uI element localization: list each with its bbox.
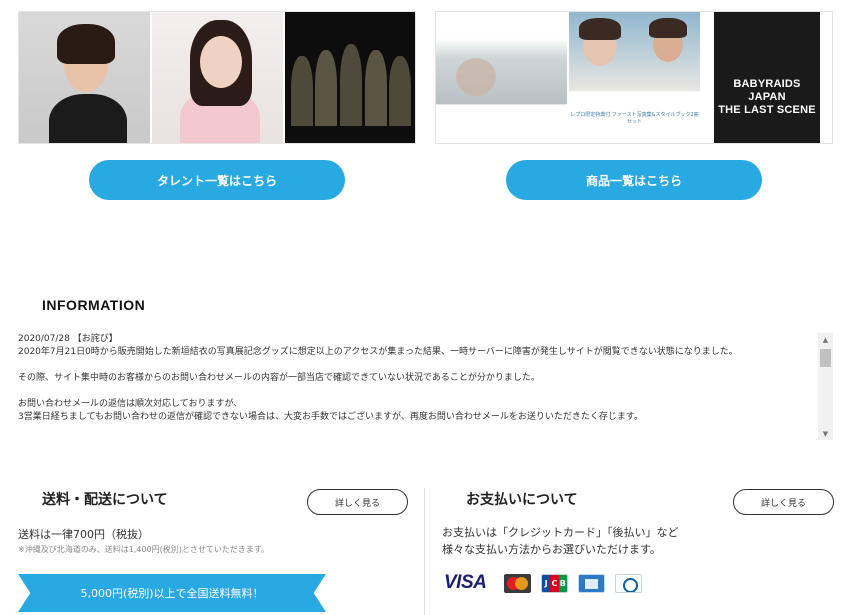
goods-2-caption: レプロ限定特典付 ファースト写真集&スタイルブック2冊セット: [569, 109, 700, 143]
info-line: 2020/07/28 【お詫び】: [18, 334, 118, 344]
info-line: 3営業日経ちましてもお問い合わせの返信が確認できない場合は、大変お手数ではござい…: [18, 412, 643, 422]
photobook-model-2-hair: [649, 18, 687, 38]
info-line: その際、サイト集中時のお客様からのお問い合わせメールの内容が一部当店で確認できて…: [18, 373, 540, 383]
goods-photo-1[interactable]: [436, 12, 567, 143]
payment-title: お支払いについて: [466, 492, 578, 508]
group-member-4: [365, 50, 387, 126]
shipping-note: ※沖縄及び北海道のみ、送料は1,400円(税別)とさせていただきます。: [18, 545, 270, 554]
goods-list-button[interactable]: 商品一覧はこちら: [506, 160, 762, 200]
visa-logo-icon: VISA: [444, 572, 487, 593]
goods-image-panel[interactable]: レプロ限定特典付 ファースト写真集&スタイルブック2冊セット BABYRAIDS…: [435, 11, 833, 144]
shipping-title: 送料・配送について: [42, 492, 168, 508]
amex-logo-icon: [578, 573, 605, 593]
dvd-title: BABYRAIDS JAPAN THE LAST SCENE: [714, 78, 820, 117]
information-scroll-box[interactable]: 2020/07/28 【お詫び】 2020年7月21日0時から販売開始した新垣結…: [18, 333, 833, 440]
group-member-1: [291, 56, 313, 126]
shipping-fee-text: 送料は一律700円（税抜）: [18, 528, 149, 541]
talent-1-hair: [57, 24, 115, 64]
payment-description: お支払いは「クレジットカード」「後払い」など 様々な支払い方法からお選びいただけ…: [442, 524, 679, 558]
free-shipping-banner: 5,000円(税別)以上で全国送料無料！: [18, 574, 326, 612]
scroll-down-arrow-icon[interactable]: ▼: [818, 427, 833, 440]
talent-image-panel[interactable]: [18, 11, 416, 144]
scroll-up-arrow-icon[interactable]: ▲: [818, 333, 833, 346]
talent-photo-2[interactable]: [152, 12, 283, 143]
talent-photo-3[interactable]: [285, 12, 415, 143]
section-divider: [424, 488, 425, 615]
photobook-model-1-hair: [579, 18, 621, 40]
talent-list-button[interactable]: タレント一覧はこちら: [89, 160, 345, 200]
photobook-face: [456, 58, 496, 96]
group-member-5: [389, 56, 411, 126]
payment-detail-button[interactable]: 詳しく見る: [733, 489, 834, 515]
information-heading: INFORMATION: [42, 297, 146, 313]
talent-1-body: [49, 94, 127, 143]
talent-photo-1[interactable]: [19, 12, 150, 143]
payment-line-1: お支払いは「クレジットカード」「後払い」など: [442, 526, 679, 539]
group-member-3: [340, 44, 362, 126]
dvd-cover: BABYRAIDS JAPAN THE LAST SCENE: [714, 12, 820, 143]
information-scrollbar[interactable]: ▲ ▼: [818, 333, 833, 440]
goods-photo-3[interactable]: BABYRAIDS JAPAN THE LAST SCENE: [702, 12, 832, 143]
goods-photo-2[interactable]: レプロ限定特典付 ファースト写真集&スタイルブック2冊セット: [569, 12, 700, 143]
talent-2-face: [200, 36, 242, 88]
mastercard-logo-icon: [504, 573, 531, 593]
payment-card-logos: VISA JCB: [444, 572, 642, 594]
shipping-detail-button[interactable]: 詳しく見る: [307, 489, 408, 515]
dvd-title-line2: THE LAST SCENE: [718, 104, 816, 116]
diners-club-logo-icon: [615, 573, 642, 593]
jcb-logo-icon: JCB: [541, 573, 568, 593]
scrollbar-thumb[interactable]: [820, 349, 831, 367]
dvd-title-line1: BABYRAIDS JAPAN: [733, 78, 801, 103]
info-line: お問い合わせメールの返信は順次対応しておりますが、: [18, 399, 243, 409]
info-line: 2020年7月21日0時から販売開始した新垣結衣の写真展記念グッズに想定以上のア…: [18, 347, 738, 357]
group-member-2: [315, 50, 337, 126]
payment-line-2: 様々な支払い方法からお選びいただけます。: [442, 543, 661, 556]
